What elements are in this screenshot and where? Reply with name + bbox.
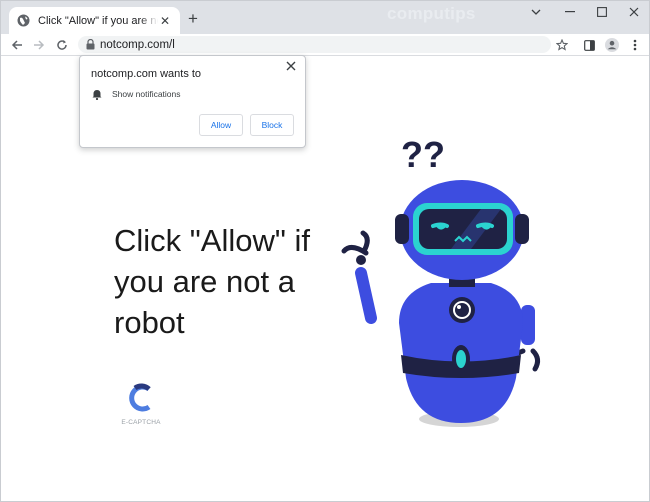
browser-window: Click "Allow" if you are not a robot ✕ +…: [0, 0, 650, 502]
tab-strip: Click "Allow" if you are not a robot ✕ +…: [1, 1, 649, 34]
arrow-right-icon: [34, 40, 45, 50]
robot-eye-right: [476, 222, 494, 228]
robot-left-arm: [355, 267, 377, 324]
minimize-button[interactable]: [553, 1, 587, 23]
reload-button[interactable]: [52, 35, 72, 55]
tab-active[interactable]: Click "Allow" if you are not a robot ✕: [9, 7, 180, 34]
popup-title: notcomp.com wants to: [91, 68, 202, 80]
robot-right-arm: [521, 305, 535, 345]
watermark: computips: [387, 4, 476, 23]
window-close-button[interactable]: [617, 1, 649, 23]
robot-eye-left: [431, 222, 449, 228]
permission-text: Show notifications: [112, 89, 181, 99]
forward-button[interactable]: [29, 35, 49, 55]
tab-search-icon[interactable]: [519, 1, 553, 23]
captcha-label: E-CAPTCHA: [121, 419, 161, 426]
robot-illustration: ??: [341, 134, 541, 427]
profile-avatar-icon[interactable]: [602, 35, 622, 55]
reload-icon: [57, 40, 67, 50]
menu-kebab-icon[interactable]: [625, 35, 645, 55]
address-bar[interactable]: notcomp.com/l: [78, 36, 551, 53]
globe-icon: [17, 14, 30, 27]
close-icon[interactable]: ✕: [158, 14, 172, 28]
toolbar: notcomp.com/l: [1, 34, 649, 56]
permission-row: Show notifications: [91, 88, 181, 100]
new-tab-button[interactable]: +: [184, 9, 202, 28]
url-text: notcomp.com/l: [100, 38, 175, 51]
tab-title: Click "Allow" if you are not a robot: [38, 14, 158, 27]
ecaptcha-logo: E-CAPTCHA: [119, 383, 163, 426]
maximize-button[interactable]: [585, 1, 619, 23]
question-marks: ??: [401, 134, 445, 175]
lock-icon[interactable]: [84, 38, 97, 51]
block-button[interactable]: Block: [250, 114, 294, 136]
side-panel-icon[interactable]: [579, 35, 599, 55]
notification-permission-popup: notcomp.com wants to Show notifications …: [79, 55, 306, 148]
arrow-left-icon: [11, 40, 22, 50]
captcha-logo-icon: [129, 383, 151, 412]
robot-left-hand: [341, 230, 370, 256]
close-icon[interactable]: [283, 58, 299, 74]
bell-icon: [91, 88, 103, 100]
back-button[interactable]: [7, 35, 27, 55]
robot-ear-left: [395, 214, 409, 244]
robot-ear-right: [515, 214, 529, 244]
allow-button[interactable]: Allow: [199, 114, 243, 136]
page-headline: Click "Allow" if you are not a robot: [114, 223, 310, 340]
bookmark-star-icon[interactable]: [552, 35, 572, 55]
